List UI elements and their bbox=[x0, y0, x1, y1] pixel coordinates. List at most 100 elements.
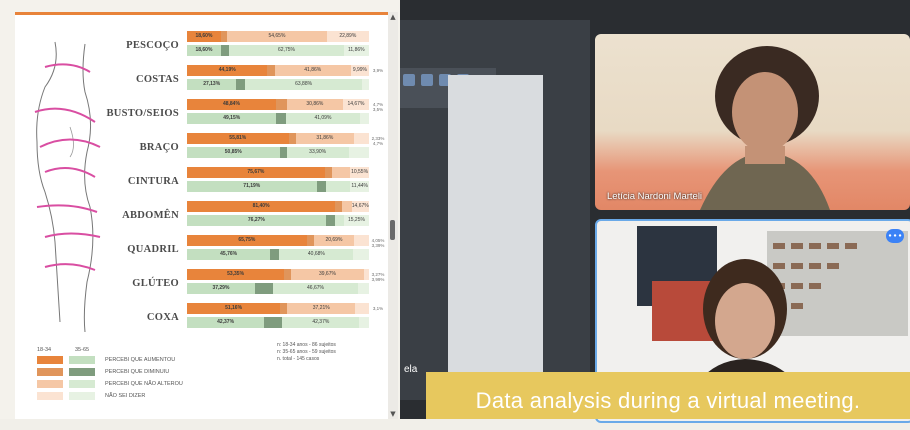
side-value-label: 4,7% 3,5% bbox=[372, 102, 384, 112]
side-value-label: 2,33% 4,7% bbox=[371, 136, 385, 146]
shared-screen[interactable]: ela bbox=[400, 20, 590, 400]
legend-swatch bbox=[37, 380, 63, 388]
bar-segment bbox=[355, 303, 369, 314]
bar-35-65: 18,60% 62,75% 11,86% bbox=[187, 45, 369, 56]
bar-segment: 15,25% bbox=[343, 215, 369, 226]
bar-segment: 81,40% bbox=[187, 201, 336, 212]
category-label: PESCOÇO bbox=[126, 40, 179, 51]
speaking-indicator-icon: ∙∙∙ bbox=[886, 229, 904, 243]
bar-segment: 22,89% bbox=[326, 31, 369, 42]
side-value-label: 4,05% 3,39% bbox=[371, 238, 385, 248]
bar-segment bbox=[276, 113, 286, 124]
accent-rule bbox=[15, 12, 390, 15]
bar-18-34: 18,60% 54,65% 22,89% bbox=[187, 31, 369, 42]
bar-segment: 20,69% bbox=[313, 235, 354, 246]
document-page: PESCOÇO 18,60% 54,65% 22,89% 18,60% 62,75% 11,… bbox=[15, 12, 390, 419]
bar-segment: 27,13% bbox=[187, 79, 237, 90]
bar-segment: 10,55% bbox=[350, 167, 369, 178]
scroll-down-icon[interactable]: ▼ bbox=[388, 410, 398, 418]
bar-segment bbox=[335, 201, 343, 212]
bar-segment: 11,86% bbox=[343, 45, 369, 56]
legend-swatch bbox=[69, 380, 95, 388]
legend-swatch bbox=[37, 392, 63, 400]
bar-segment bbox=[360, 113, 369, 124]
side-value-label: 3,9% bbox=[372, 68, 384, 73]
bar-segment: 51,16% bbox=[187, 303, 281, 314]
legend-swatch bbox=[37, 368, 63, 376]
participant-video-tile[interactable]: Letícia Nardoni Marteli bbox=[595, 34, 910, 210]
caption-banner: Data analysis during a virtual meeting. bbox=[426, 372, 910, 419]
bar-segment: 54,65% bbox=[227, 31, 327, 42]
scrollbar-thumb[interactable] bbox=[390, 220, 395, 240]
category-label: GLÚTEO bbox=[132, 278, 179, 289]
bar-segment: 46,67% bbox=[273, 283, 358, 294]
bar-segment bbox=[342, 201, 352, 212]
legend-label: PERCEBI QUE DIMINUIU bbox=[105, 369, 170, 375]
bar-segment: 14,67% bbox=[342, 99, 369, 110]
bar-segment: 31,86% bbox=[295, 133, 354, 144]
bar-segment: 49,15% bbox=[187, 113, 277, 124]
shared-document-page bbox=[448, 75, 543, 395]
vertical-scrollbar[interactable]: ▲ ▼ bbox=[388, 12, 398, 419]
bar-segment: 39,67% bbox=[291, 269, 364, 280]
legend-swatch bbox=[37, 356, 63, 364]
bar-35-65: 27,13% 63,88% bbox=[187, 79, 369, 90]
category-label: BRAÇO bbox=[139, 142, 179, 153]
bar-segment: 42,37% bbox=[187, 317, 265, 328]
bar-segment: 33,90% bbox=[286, 147, 349, 158]
bar-segment bbox=[324, 167, 332, 178]
bar-segment: 50,85% bbox=[187, 147, 280, 158]
sample-note-2: n: 35-65 anos - 59 sujeitos bbox=[277, 349, 336, 355]
legend-group-left: 18-34 bbox=[37, 347, 52, 353]
bar-segment bbox=[284, 269, 292, 280]
category-label: BUSTO/SEIOS bbox=[106, 108, 179, 119]
bar-segment: 45,76% bbox=[187, 249, 271, 260]
bar-segment bbox=[279, 147, 287, 158]
bar-segment: 53,35% bbox=[187, 269, 285, 280]
bar-18-34: 55,81% 31,86% bbox=[187, 133, 369, 144]
bar-segment bbox=[361, 79, 369, 90]
bar-segment bbox=[353, 235, 369, 246]
legend-label: NÃO SEI DIZER bbox=[105, 393, 146, 399]
bar-segment: 18,60% bbox=[187, 31, 221, 42]
bar-segment: 11,44% bbox=[350, 181, 369, 192]
bar-18-34: 65,75% 20,69% bbox=[187, 235, 369, 246]
sample-note-1: n: 18-34 anos - 86 sujeitos bbox=[277, 342, 336, 348]
bar-segment: 30,86% bbox=[286, 99, 343, 110]
bar-35-65: 50,85% 33,90% bbox=[187, 147, 369, 158]
bar-18-34: 75,67% 10,55% bbox=[187, 167, 369, 178]
legend-label: PERCEBI QUE AUMENTOU bbox=[105, 357, 176, 363]
bar-18-34: 51,16% 37,21% bbox=[187, 303, 369, 314]
bar-segment bbox=[264, 317, 283, 328]
bar-segment bbox=[325, 181, 351, 192]
bar-segment: 63,88% bbox=[245, 79, 362, 90]
bar-segment: 62,75% bbox=[229, 45, 344, 56]
bar-segment bbox=[353, 249, 369, 260]
bar-segment: 75,67% bbox=[187, 167, 325, 178]
bar-segment bbox=[359, 317, 369, 328]
category-label: COXA bbox=[146, 312, 179, 323]
bar-segment: 14,67% bbox=[351, 201, 369, 212]
video-meeting: ela Letícia Nardoni Marteli ∙∙∙ bbox=[400, 0, 910, 423]
bar-segment bbox=[275, 99, 287, 110]
bar-segment bbox=[334, 215, 344, 226]
bar-18-34: 44,19% 41,86% 9,99% bbox=[187, 65, 369, 76]
bar-segment: 9,99% bbox=[350, 65, 369, 76]
bar-segment bbox=[363, 269, 369, 280]
bar-segment bbox=[254, 283, 274, 294]
bar-segment bbox=[288, 133, 296, 144]
scroll-up-icon[interactable]: ▲ bbox=[388, 13, 398, 21]
bar-segment bbox=[331, 167, 351, 178]
bar-35-65: 42,37% 42,37% bbox=[187, 317, 369, 328]
bar-segment: 18,60% bbox=[187, 45, 221, 56]
bar-segment bbox=[280, 303, 288, 314]
bar-segment: 37,21% bbox=[287, 303, 356, 314]
bar-35-65: 76,27% 15,25% bbox=[187, 215, 369, 226]
legend-swatch bbox=[69, 356, 95, 364]
legend-swatch bbox=[69, 368, 95, 376]
category-label: QUADRIL bbox=[127, 244, 179, 255]
bar-segment bbox=[306, 235, 314, 246]
bar-segment: 41,86% bbox=[274, 65, 351, 76]
bar-35-65: 49,15% 41,09% bbox=[187, 113, 369, 124]
bar-segment bbox=[353, 133, 369, 144]
